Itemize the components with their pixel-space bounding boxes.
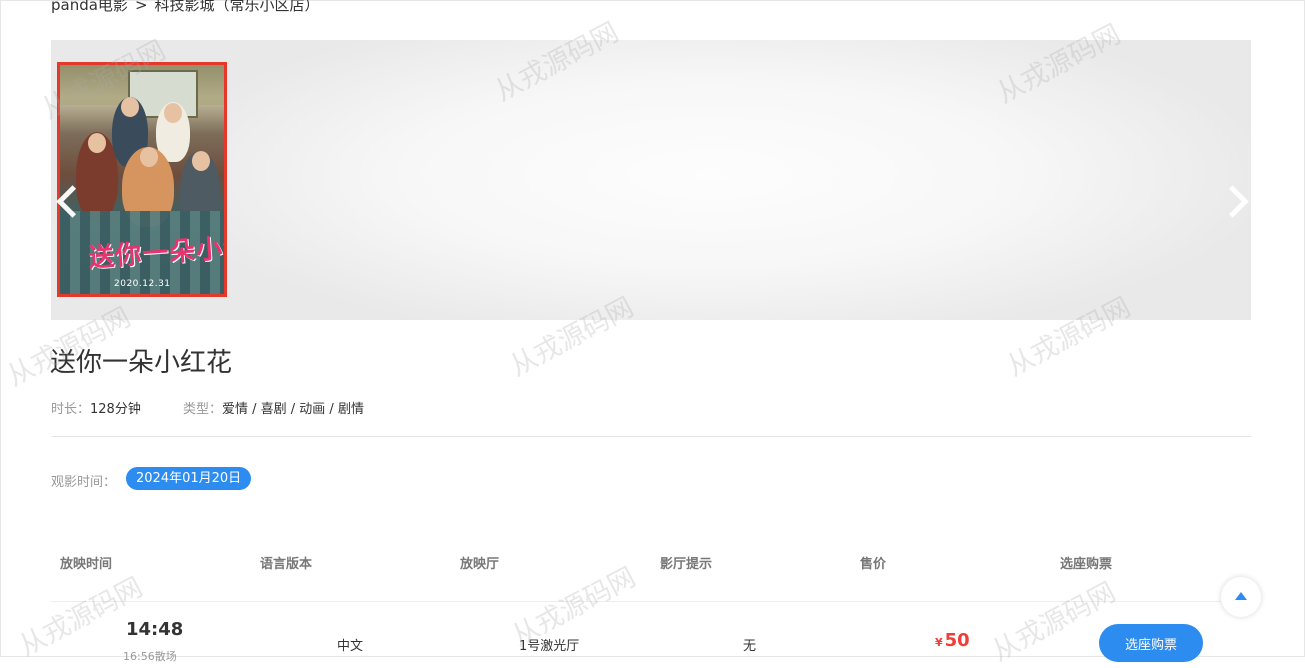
row-tip: 无 [743, 639, 757, 654]
header-hall: 放映厅 [460, 557, 500, 572]
movie-title: 送你一朵小红花 [50, 348, 233, 378]
chevron-right-icon[interactable] [1216, 185, 1249, 218]
header-language: 语言版本 [260, 557, 313, 572]
breadcrumb-separator: > [134, 0, 148, 14]
currency-symbol: ¥ [935, 636, 943, 649]
price-value: 50 [944, 630, 970, 651]
header-buy: 选座购票 [1060, 557, 1113, 572]
poster-face [192, 151, 210, 171]
select-seat-button[interactable]: 选座购票 [1099, 624, 1203, 662]
duration-value: 128分钟 [90, 402, 141, 417]
row-language: 中文 [337, 639, 364, 654]
poster-face [140, 147, 158, 167]
movie-banner: 送你一朵小红花 2020.12.31 [51, 40, 1251, 320]
duration-label: 时长： [51, 402, 91, 417]
row-price: ¥50 [935, 630, 970, 651]
poster-face [88, 133, 106, 153]
watch-date-pill[interactable]: 2024年01月20日 [126, 467, 252, 490]
showtime-end: 16:56散场 [123, 650, 177, 663]
movie-poster[interactable]: 送你一朵小红花 2020.12.31 [57, 62, 227, 297]
table-divider [51, 601, 1251, 602]
poster-face [164, 103, 182, 123]
section-divider [51, 436, 1251, 437]
breadcrumb-site-link[interactable]: panda电影 [51, 0, 128, 14]
movie-genre: 类型：爱情 / 喜剧 / 动画 / 剧情 [183, 398, 364, 417]
poster-face [121, 97, 139, 117]
genre-value: 爱情 / 喜剧 / 动画 / 剧情 [222, 402, 364, 417]
movie-duration: 时长：128分钟 [51, 398, 141, 417]
header-showtime: 放映时间 [60, 557, 113, 572]
breadcrumb: panda电影 > 科技影城（常乐小区店） [51, 0, 320, 15]
header-hall-tip: 影厅提示 [660, 557, 713, 572]
watch-date-label: 观影时间： [51, 475, 117, 490]
breadcrumb-cinema: 科技影城（常乐小区店） [154, 0, 320, 14]
back-to-top-button[interactable] [1221, 577, 1261, 617]
poster-date: 2020.12.31 [114, 279, 171, 289]
row-hall: 1号激光厅 [519, 639, 580, 654]
watermark: 从戎源码网 [987, 576, 1121, 668]
genre-label: 类型： [183, 402, 223, 417]
header-price: 售价 [860, 557, 887, 572]
arrow-up-icon [1235, 592, 1247, 600]
showtime-start: 14:48 [126, 619, 184, 640]
